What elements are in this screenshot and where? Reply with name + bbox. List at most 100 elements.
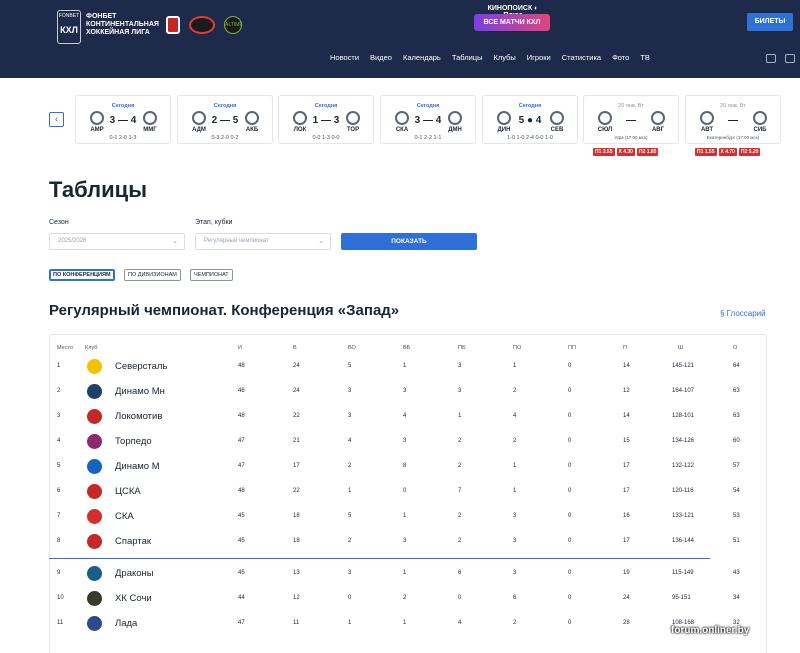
stat-sh: 133-121 — [672, 513, 695, 519]
club-logo[interactable] — [87, 484, 102, 499]
playoff-line — [49, 558, 710, 559]
nav-clubs[interactable]: Клубы — [493, 53, 515, 65]
club-name[interactable]: Северсталь — [115, 361, 167, 372]
away-team-abbr: СЕВ — [550, 127, 564, 133]
tab-by-division[interactable]: ПО ДИВИЗИОНАМ — [124, 269, 181, 281]
nav-photo[interactable]: Фото — [612, 53, 629, 65]
column-header[interactable]: ВБ — [403, 345, 410, 351]
nav-calendar[interactable]: Календарь — [403, 53, 441, 65]
game-card[interactable]: Сегодня ЛОК ТОР 1 — 3 0-0 1-3 0-0 — [278, 95, 374, 144]
rank: 5 — [57, 463, 61, 469]
partner-logo-3[interactable]: ALTIME — [224, 16, 243, 34]
league-name[interactable]: ФОНБЕТ КОНТИНЕНТАЛЬНАЯ ХОККЕЙНАЯ ЛИГА — [86, 13, 166, 37]
club-name[interactable]: Драконы — [115, 568, 154, 579]
period-scores: 0-0 1-3 0-0 — [312, 135, 340, 141]
club-logo[interactable] — [87, 409, 102, 424]
tab-by-conference[interactable]: ПО КОНФЕРЕНЦИЯМ — [49, 269, 115, 281]
club-name[interactable]: Динамо М — [115, 461, 160, 472]
column-header[interactable]: ПБ — [458, 345, 466, 351]
odd-value[interactable]: П2 1.85 — [636, 148, 659, 156]
club-logo[interactable] — [87, 591, 102, 606]
column-header[interactable]: П — [623, 345, 627, 351]
tickets-button[interactable]: БИЛЕТЫ — [747, 13, 793, 31]
chevron-down-icon: ⌄ — [172, 238, 178, 245]
club-name[interactable]: ЦСКА — [115, 486, 141, 497]
club-logo[interactable] — [87, 459, 102, 474]
away-team-abbr: АВГ — [651, 127, 665, 133]
stat-po: 3 — [513, 570, 517, 576]
game-card[interactable]: 20 янв, Вт СЮЛ АВГ — Уфа (17:00 мск) — [583, 95, 679, 144]
rank: 10 — [57, 595, 64, 601]
club-logo[interactable] — [87, 359, 102, 374]
game-date: Сегодня — [518, 103, 542, 109]
odd-value[interactable]: П2 5.20 — [738, 148, 761, 156]
column-header[interactable]: Ш — [678, 345, 683, 351]
nav-news[interactable]: Новости — [330, 53, 359, 65]
all-matches-button[interactable]: ВСЕ МАТЧИ КХЛ — [474, 14, 550, 31]
odd-value[interactable]: П1 3.55 — [593, 148, 615, 156]
betting-odds[interactable]: П1 3.55 Х 4.30 П2 1.85 — [593, 148, 659, 156]
rank: 8 — [57, 538, 61, 544]
column-header[interactable]: ПП — [568, 345, 576, 351]
club-name[interactable]: Спартак — [115, 536, 151, 547]
club-name[interactable]: Локомотив — [115, 411, 162, 422]
odd-value[interactable]: Х 4.70 — [718, 148, 737, 156]
odd-value[interactable]: Х 4.30 — [616, 148, 635, 156]
stat-po: 1 — [513, 488, 517, 494]
club-name[interactable]: СКА — [115, 511, 134, 522]
khl-logo[interactable]: FONBET КХЛ — [57, 10, 81, 44]
column-header[interactable]: В — [293, 345, 297, 351]
game-card[interactable]: Сегодня АДМ АКБ 2 — 5 0-3 2-0 0-2 — [177, 95, 273, 144]
column-header[interactable]: О — [733, 345, 737, 351]
nav-tables[interactable]: Таблицы — [452, 53, 483, 65]
stat-p: 24 — [623, 595, 630, 601]
stat-vb: 1 — [403, 363, 407, 369]
stage-select[interactable]: Регулярный чемпионат ⌄ — [195, 233, 331, 250]
season-label: Сезон — [49, 219, 69, 226]
column-header[interactable]: ПО — [513, 345, 521, 351]
club-logo[interactable] — [87, 384, 102, 399]
club-logo[interactable] — [87, 616, 102, 631]
stat-vb: 1 — [403, 513, 407, 519]
game-card[interactable]: 20 янв, Вт АВТ СИБ — Екатеринбург (17:00 мск… — [685, 95, 781, 144]
betting-odds[interactable]: П1 1.55 Х 4.70 П2 5.20 — [695, 148, 761, 156]
club-logo[interactable] — [87, 434, 102, 449]
game-card[interactable]: Сегодня АМР ММГ 3 — 4 0-1 2-0 1-3 — [75, 95, 171, 144]
stat-vo: 5 — [348, 513, 352, 519]
nav-video[interactable]: Видео — [370, 53, 392, 65]
stat-p: 16 — [623, 513, 630, 519]
club-name[interactable]: Динамо Мн — [115, 386, 165, 397]
partner-logo-1[interactable] — [166, 16, 180, 34]
tab-championship[interactable]: ЧЕМПИОНАТ — [190, 269, 233, 281]
club-logo[interactable] — [87, 534, 102, 549]
stat-pb: 3 — [458, 363, 462, 369]
game-place: Уфа (17:00 мск) — [614, 135, 648, 140]
calendar-icon[interactable] — [766, 54, 776, 63]
column-header[interactable]: ВО — [348, 345, 356, 351]
stat-vb: 8 — [403, 463, 407, 469]
nav-tv[interactable]: ТВ — [640, 53, 650, 65]
partner-logo-2[interactable] — [189, 16, 215, 34]
column-header: Клуб — [85, 345, 98, 351]
nav-players[interactable]: Игроки — [527, 53, 551, 65]
club-name[interactable]: Лада — [115, 618, 137, 629]
column-header: Место — [57, 345, 73, 351]
club-logo[interactable] — [87, 566, 102, 581]
glossary-link[interactable]: § Глоссарий — [720, 309, 766, 318]
club-name[interactable]: ХК Сочи — [115, 593, 152, 604]
game-card[interactable]: Сегодня СКА ДМН 3 — 4 0-1 2-2 1-1 — [380, 95, 476, 144]
home-team-abbr: ЛОК — [293, 127, 307, 133]
odd-value[interactable]: П1 1.55 — [695, 148, 717, 156]
game-card[interactable]: Сегодня ДИН СЕВ 5 ● 4 1-0 1-0 2-4 0-0 1-0 — [482, 95, 578, 144]
nav-stats[interactable]: Статистика — [562, 53, 601, 65]
show-button[interactable]: ПОКАЗАТЬ — [341, 233, 477, 250]
stat-o: 54 — [733, 488, 740, 494]
stat-sh: 145-121 — [672, 363, 695, 369]
season-select[interactable]: 2025/2026 ⌄ — [49, 233, 185, 250]
search-icon[interactable] — [785, 54, 795, 63]
column-header[interactable]: И — [238, 345, 242, 351]
club-name[interactable]: Торпедо — [115, 436, 152, 447]
games-prev-button[interactable]: ‹ — [49, 112, 64, 127]
rank: 4 — [57, 438, 61, 444]
club-logo[interactable] — [87, 509, 102, 524]
